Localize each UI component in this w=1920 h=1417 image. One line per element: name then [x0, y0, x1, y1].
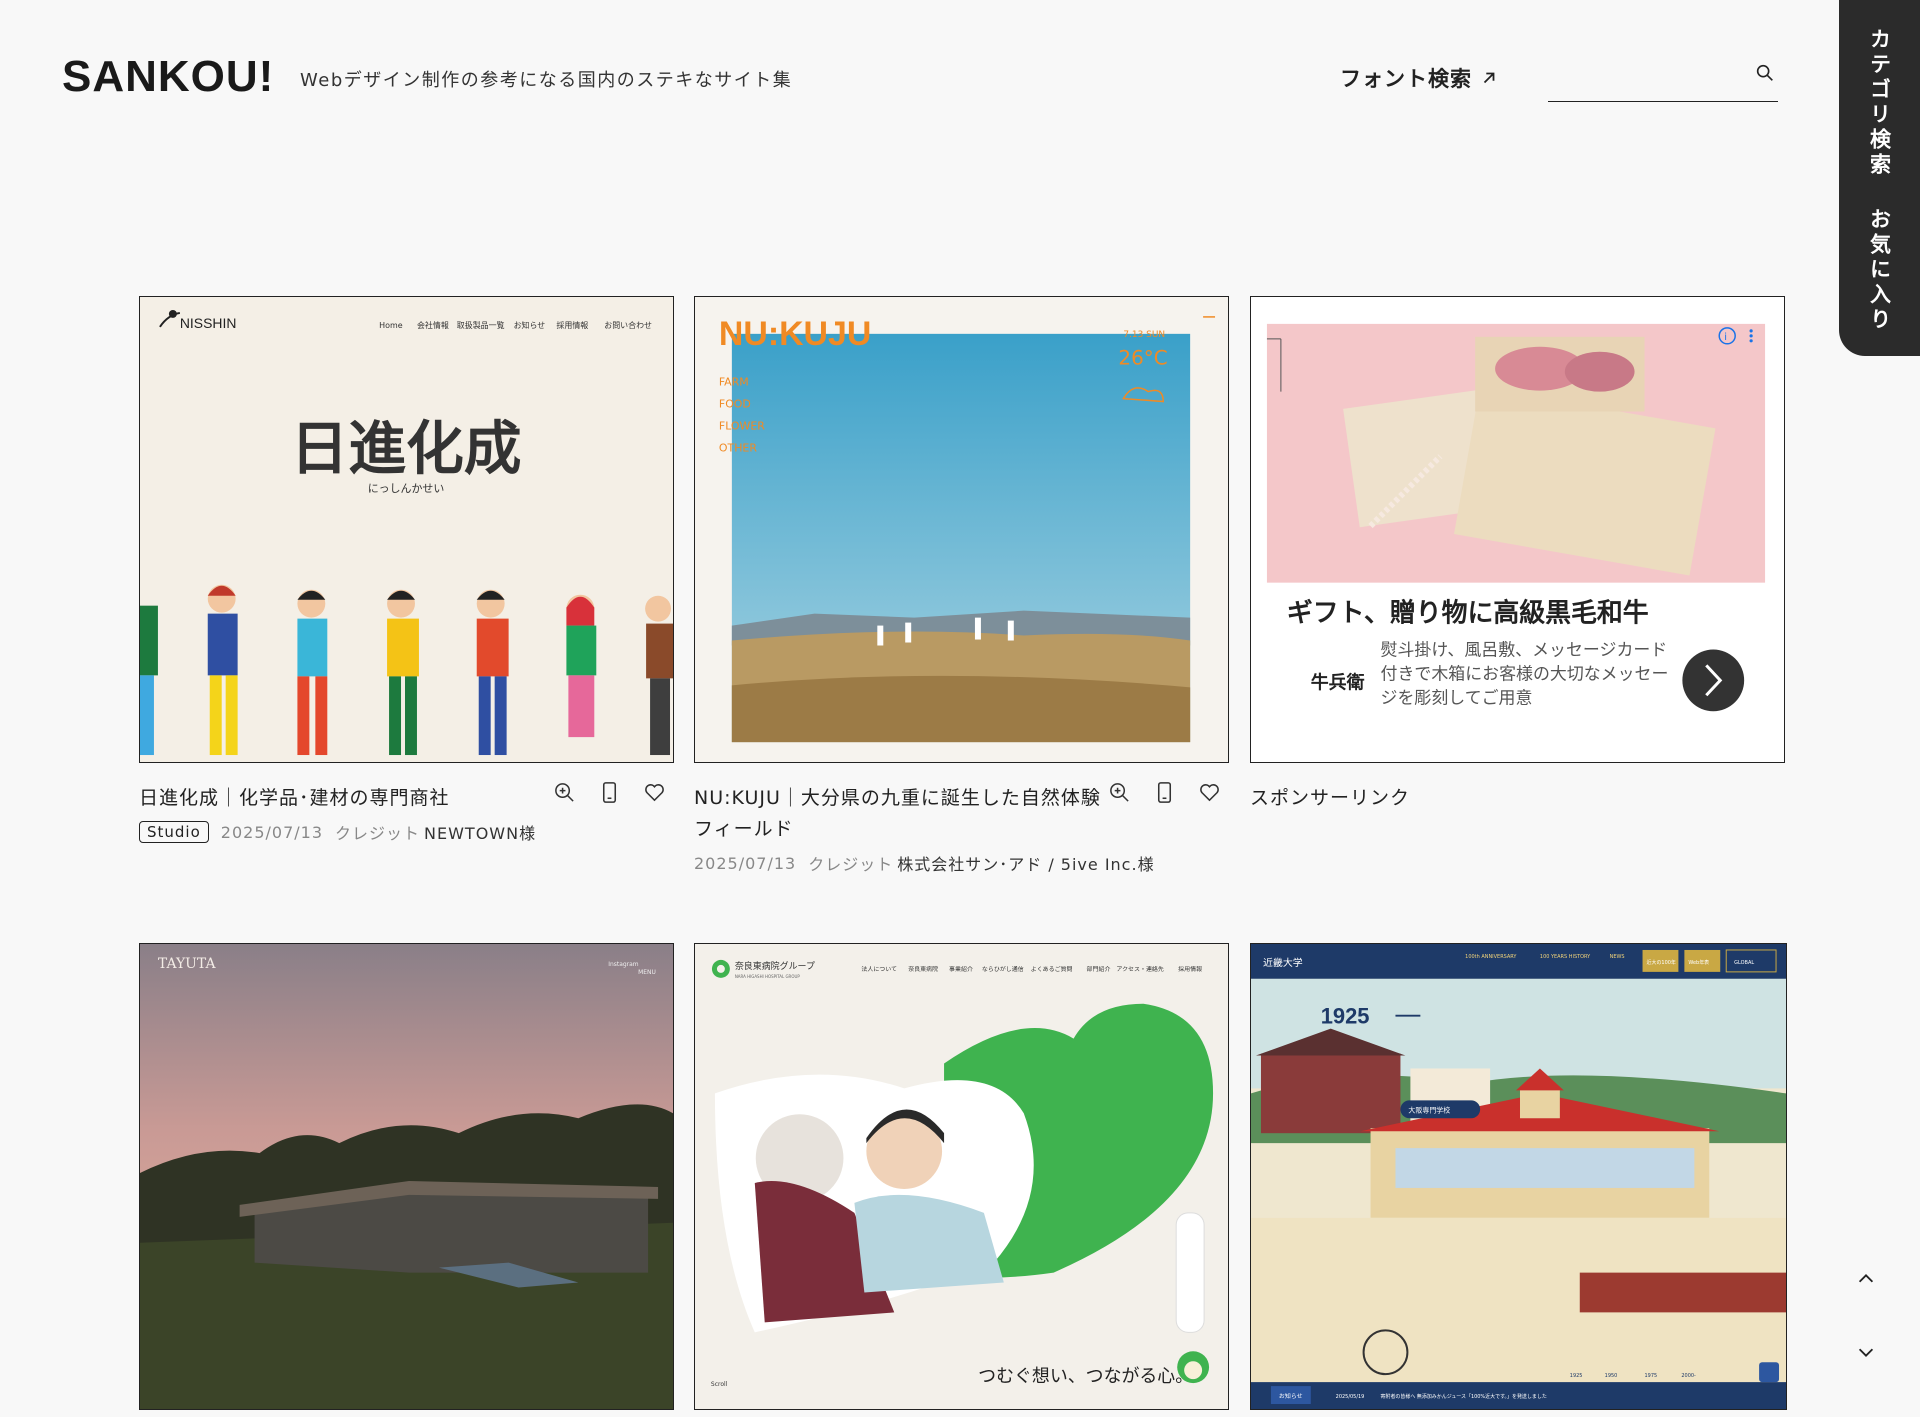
- site-thumbnail[interactable]: NU:KUJU FARM FOOD FLOWER OTHER 7.13 SUN …: [694, 296, 1229, 763]
- thumb-timeline-1: 1925: [1570, 1373, 1583, 1379]
- thumb-nav-1: 100th ANNIVERSARY: [1465, 954, 1517, 960]
- thumb-nav-7: アクセス・連絡先: [1116, 965, 1163, 973]
- site-card: 奈良東病院グループ NARA HIGASHI HOSPITAL GROUP 法人…: [694, 943, 1229, 1410]
- card-date: 2025/07/13: [220, 822, 323, 842]
- thumb-brand: NU:KUJU: [719, 315, 871, 353]
- thumb-btn-3: GLOBAL: [1734, 960, 1754, 966]
- thumb-news-date: 2025/05/19: [1336, 1394, 1365, 1400]
- site-card: 近畿大学 100th ANNIVERSARY 100 YEARS HISTORY…: [1250, 943, 1787, 1410]
- thumb-nav-2: MENU: [638, 969, 656, 976]
- site-thumbnail[interactable]: NISSHIN Home 会社情報 取扱製品一覧 お知らせ 採用情報 お問い合わ…: [139, 296, 674, 763]
- thumb-temperature: 26°C: [1118, 347, 1167, 370]
- thumb-timeline-2: 1950: [1605, 1373, 1618, 1379]
- card-date: 2025/07/13: [694, 853, 797, 873]
- thumb-brand: 奈良東病院グループ: [735, 960, 815, 972]
- mobile-icon[interactable]: [1153, 781, 1176, 804]
- thumb-timeline-3: 1975: [1645, 1373, 1658, 1379]
- thumb-nav-8: 採用情報: [1178, 965, 1202, 973]
- category-search-tab[interactable]: カテゴリ検索: [1865, 28, 1895, 178]
- sponsor-label: スポンサーリンク: [1250, 787, 1411, 809]
- card-actions: [553, 781, 666, 804]
- site-thumbnail[interactable]: TAYUTA Instagram MENU: [139, 943, 674, 1410]
- thumb-menu-2: FOOD: [719, 398, 751, 411]
- ad-body: 熨斗掛け、風呂敷、メッセージカード付きで木箱にお客様の大切なメッセージを彫刻して…: [1380, 640, 1669, 709]
- thumb-tagline: つむぐ想い、つながる心。: [978, 1366, 1193, 1387]
- font-search-link[interactable]: フォント検索: [1340, 63, 1498, 93]
- thumb-brand: NISSHIN: [180, 315, 237, 331]
- credit-name[interactable]: NEWTOWN様: [424, 820, 536, 844]
- credit-label: クレジット: [335, 824, 421, 843]
- thumb-timeline-4: 2000-: [1681, 1373, 1696, 1379]
- site-card: NU:KUJU FARM FOOD FLOWER OTHER 7.13 SUN …: [694, 296, 1229, 875]
- scroll-down-icon[interactable]: [1855, 1341, 1877, 1363]
- thumb-label: 大阪専門学校: [1408, 1105, 1450, 1114]
- thumb-nav-4: お知らせ: [514, 320, 546, 330]
- favorites-tab[interactable]: お気に入り: [1865, 208, 1895, 333]
- thumb-nav-1: Instagram: [608, 961, 639, 968]
- thumb-nav-2: 会社情報: [417, 320, 449, 330]
- thumb-nav-3: 取扱製品一覧: [457, 320, 505, 330]
- site-logo[interactable]: SANKOU!: [62, 52, 274, 102]
- thumb-menu-1: FARM: [719, 376, 749, 389]
- zoom-icon[interactable]: [553, 781, 576, 804]
- thumb-nav-3: NEWS: [1610, 954, 1625, 960]
- card-actions: [1108, 781, 1221, 804]
- thumb-nav-2: 奈良東病院: [908, 965, 938, 973]
- font-search-label: フォント検索: [1340, 67, 1472, 91]
- sponsor-card: i ギフト、贈り物に高級黒毛和牛 牛兵衛 熨斗掛け、風呂敷、メッセージカード付き…: [1250, 296, 1785, 810]
- tool-badge[interactable]: Studio: [139, 821, 209, 843]
- thumb-btn-2: Web年表: [1688, 959, 1709, 966]
- thumb-headline: 日進化成: [290, 414, 521, 482]
- site-thumbnail[interactable]: 近畿大学 100th ANNIVERSARY 100 YEARS HISTORY…: [1250, 943, 1787, 1410]
- thumb-nav-6: お問い合わせ: [604, 320, 652, 330]
- thumb-date: 7.13 SUN: [1123, 330, 1165, 340]
- thumb-nav-3: 事業紹介: [949, 965, 973, 973]
- site-thumbnail[interactable]: 奈良東病院グループ NARA HIGASHI HOSPITAL GROUP 法人…: [694, 943, 1229, 1410]
- thumb-scroll: Scroll: [711, 1381, 728, 1388]
- scroll-up-icon[interactable]: [1855, 1268, 1877, 1290]
- site-tagline: Webデザイン制作の参考になる国内のステキなサイト集: [300, 70, 793, 91]
- card-meta: Studio 2025/07/13 クレジット NEWTOWN様: [139, 820, 674, 844]
- thumb-news-label: お知らせ: [1279, 1392, 1303, 1400]
- credit-name[interactable]: 株式会社サン･アド / 5ive Inc.様: [897, 851, 1154, 875]
- thumb-brand: TAYUTA: [158, 956, 217, 972]
- ad-brand: 牛兵衛: [1311, 671, 1365, 693]
- thumb-menu-3: FLOWER: [719, 419, 765, 432]
- thumb-nav-1: Home: [379, 321, 403, 330]
- heart-icon[interactable]: [1198, 781, 1221, 804]
- thumb-news-text: 寄附者の皆様へ 無添加みかんジュース「100%近大です。」を発送しました: [1381, 1393, 1547, 1400]
- site-search: [1548, 56, 1778, 102]
- zoom-icon[interactable]: [1108, 781, 1131, 804]
- thumb-menu-4: OTHER: [719, 441, 757, 454]
- heart-icon[interactable]: [643, 781, 666, 804]
- ad-next-button: [1682, 649, 1745, 712]
- thumb-brand: 近畿大学: [1263, 956, 1303, 969]
- ad-headline: ギフト、贈り物に高級黒毛和牛: [1287, 598, 1649, 629]
- thumb-year: 1925: [1321, 1004, 1370, 1029]
- ad-banner[interactable]: i ギフト、贈り物に高級黒毛和牛 牛兵衛 熨斗掛け、風呂敷、メッセージカード付き…: [1250, 296, 1785, 763]
- thumb-brand-sub: NARA HIGASHI HOSPITAL GROUP: [735, 974, 801, 979]
- credit-label: クレジット: [808, 855, 894, 874]
- mobile-icon[interactable]: [598, 781, 621, 804]
- svg-text:i: i: [1724, 332, 1727, 343]
- site-card: TAYUTA Instagram MENU: [139, 943, 674, 1410]
- external-arrow-icon: [1483, 72, 1495, 84]
- thumb-nav-5: よくあるご質問: [1031, 965, 1073, 973]
- thumb-nav-1: 法人について: [861, 965, 897, 973]
- card-meta: 2025/07/13 クレジット 株式会社サン･アド / 5ive Inc.様: [694, 851, 1229, 875]
- thumb-nav-5: 採用情報: [556, 320, 588, 330]
- side-tab: カテゴリ検索 お気に入り: [1839, 0, 1920, 356]
- thumb-nav-6: 部門紹介: [1087, 965, 1111, 973]
- thumb-nav-4: ならひがし通信: [982, 965, 1024, 973]
- thumb-btn-1: 近大の100年: [1647, 959, 1676, 966]
- thumb-nav-2: 100 YEARS HISTORY: [1540, 954, 1591, 960]
- search-input[interactable]: [1548, 56, 1738, 96]
- thumb-reading: にっしんかせい: [368, 482, 445, 495]
- search-icon[interactable]: [1754, 62, 1776, 84]
- site-card: NISSHIN Home 会社情報 取扱製品一覧 お知らせ 採用情報 お問い合わ…: [139, 296, 674, 844]
